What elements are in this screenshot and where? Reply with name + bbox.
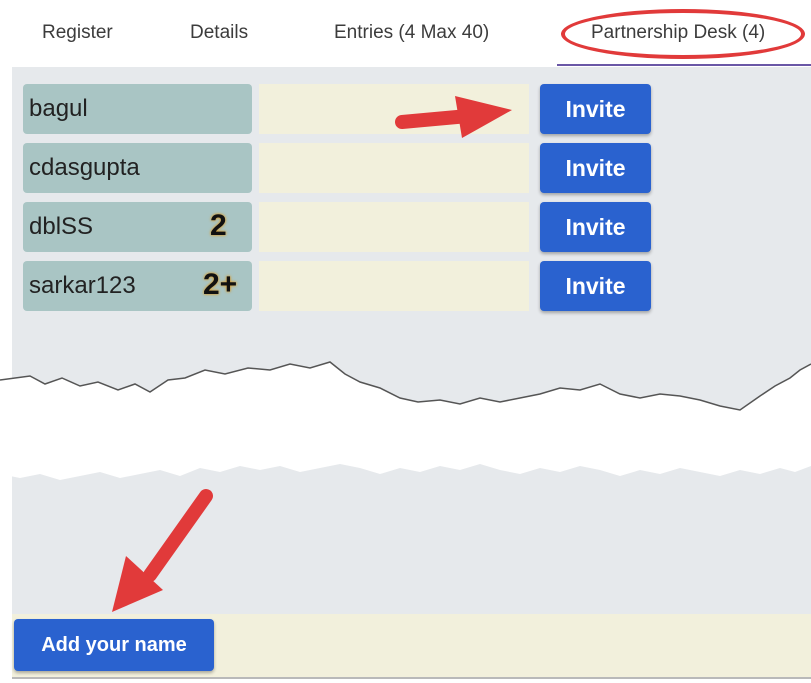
player-name: dblSS: [29, 213, 94, 240]
invite-button[interactable]: Invite: [540, 143, 651, 193]
tab-register[interactable]: Register: [42, 22, 113, 44]
add-your-name-button[interactable]: Add your name: [14, 619, 214, 671]
divider: [12, 677, 811, 679]
player-name-box: dblSS 2: [23, 202, 252, 252]
torn-edge: [0, 361, 811, 480]
invite-button[interactable]: Invite: [540, 84, 651, 134]
message-field[interactable]: [259, 261, 529, 311]
active-tab-indicator: [557, 64, 811, 66]
player-name-box: sarkar123 2+: [23, 261, 252, 311]
message-field[interactable]: [259, 202, 529, 252]
player-name: bagul: [29, 95, 88, 122]
tab-bar: Register Details Entries (4 Max 40) Part…: [0, 0, 811, 66]
partner-badge: 2+: [203, 268, 238, 301]
invite-button[interactable]: Invite: [540, 261, 651, 311]
tab-entries[interactable]: Entries (4 Max 40): [334, 22, 489, 44]
invite-button[interactable]: Invite: [540, 202, 651, 252]
tab-details[interactable]: Details: [190, 22, 248, 44]
partner-badge: 2: [210, 209, 227, 242]
player-name-box: cdasgupta: [23, 143, 252, 193]
message-field[interactable]: [259, 84, 529, 134]
player-name: cdasgupta: [29, 154, 140, 181]
annotation-circle: [561, 9, 805, 59]
message-field[interactable]: [259, 143, 529, 193]
player-name-box: bagul: [23, 84, 252, 134]
player-name: sarkar123: [29, 272, 136, 299]
